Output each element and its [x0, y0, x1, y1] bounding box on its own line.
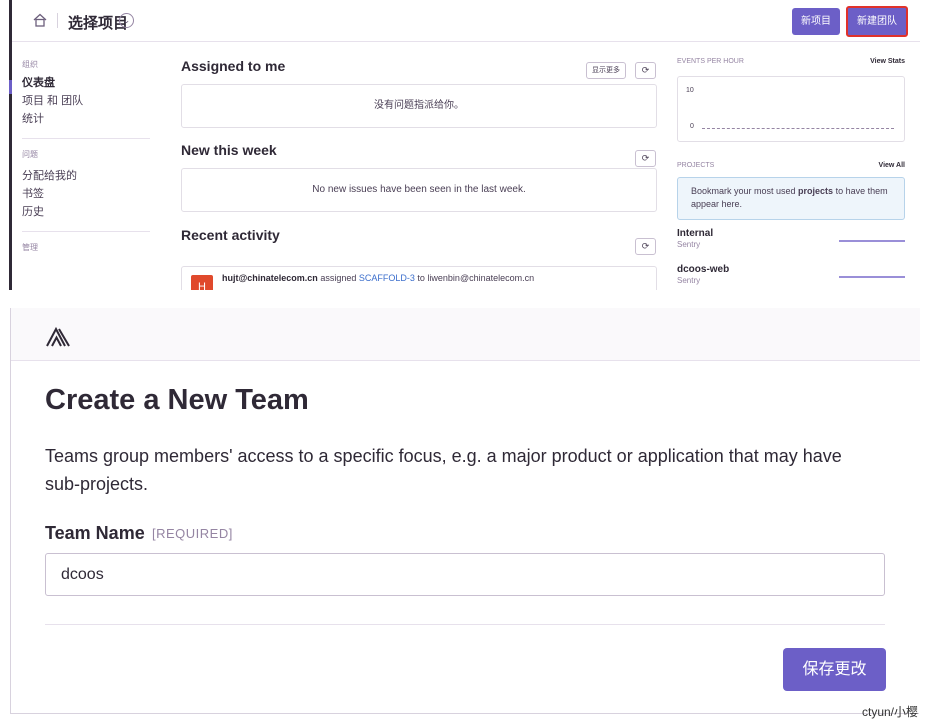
activity-to: to [417, 273, 425, 283]
view-all-link[interactable]: View All [879, 162, 905, 169]
form-divider [45, 624, 885, 625]
header-separator [57, 13, 58, 28]
avatar: H [191, 275, 213, 290]
left-nav-edge [9, 0, 12, 290]
team-name-label: Team Name [45, 523, 145, 543]
refresh-icon[interactable]: ⟳ [635, 62, 656, 79]
events-min-label: 0 [690, 123, 694, 130]
main-content: Assigned to me 显示更多 ⟳ 没有问题指派给你。 New this… [181, 58, 657, 290]
new-team-button[interactable]: 新建团队 [846, 6, 908, 37]
projects-heading: PROJECTS [677, 162, 715, 169]
bookmark-hint-bold: projects [798, 186, 834, 196]
activity-issue-link[interactable]: SCAFFOLD-3 [359, 273, 415, 283]
recent-activity-title: Recent activity [181, 227, 280, 243]
assigned-empty-panel: 没有问题指派给你。 [181, 84, 657, 128]
sidebar-divider [22, 138, 150, 139]
activity-assignee: liwenbin@chinatelecom.cn [427, 273, 535, 283]
events-max-label: 10 [686, 87, 694, 94]
save-button[interactable]: 保存更改 [783, 648, 886, 691]
project-name[interactable]: Internal [677, 228, 905, 239]
sidebar-item-history[interactable]: 历史 [22, 205, 162, 219]
view-stats-link[interactable]: View Stats [870, 58, 905, 65]
page-title: Create a New Team [45, 384, 309, 416]
events-chart: 10 0 [677, 76, 905, 142]
project-item[interactable]: dcoos-web Sentry [677, 264, 905, 290]
sidebar-item-bookmarks[interactable]: 书签 [22, 187, 162, 201]
dashboard-panel: 选择项目 ⌄ 新项目 新建团队 组织 仪表盘 项目 和 团队 统计 问题 分配给… [0, 0, 920, 290]
refresh-icon[interactable]: ⟳ [635, 238, 656, 255]
show-more-button[interactable]: 显示更多 [586, 62, 626, 79]
sidebar-item-dashboard[interactable]: 仪表盘 [22, 76, 162, 90]
events-baseline [702, 128, 894, 129]
project-sparkline [839, 276, 905, 278]
home-icon[interactable] [32, 12, 48, 28]
bookmark-hint-text: Bookmark your most used [691, 186, 799, 196]
sidebar-heading-issues: 问题 [22, 150, 38, 159]
sidebar-heading-manage: 管理 [22, 243, 38, 252]
new-week-empty-panel: No new issues have been seen in the last… [181, 168, 657, 212]
new-this-week-title: New this week [181, 142, 277, 158]
create-team-header [11, 308, 920, 361]
page-description: Teams group members' access to a specifi… [45, 446, 842, 494]
project-sparkline [839, 240, 905, 242]
project-name[interactable]: dcoos-web [677, 264, 905, 275]
activity-text: hujt@chinatelecom.cn assigned SCAFFOLD-3… [222, 273, 534, 283]
dashboard-header: 选择项目 ⌄ 新项目 新建团队 [12, 0, 920, 42]
sidebar-item-stats[interactable]: 统计 [22, 112, 162, 126]
refresh-icon[interactable]: ⟳ [635, 150, 656, 167]
sidebar: 组织 仪表盘 项目 和 团队 统计 问题 分配给我的 书签 历史 管理 [22, 55, 162, 253]
right-column: EVENTS PER HOUR View Stats 10 0 PROJECTS… [677, 58, 905, 285]
sidebar-active-indicator [9, 80, 12, 94]
activity-verb: assigned [320, 273, 357, 283]
activity-user[interactable]: hujt@chinatelecom.cn [222, 273, 318, 283]
sentry-logo-icon[interactable] [45, 325, 71, 349]
team-name-input[interactable]: dcoos [45, 553, 885, 596]
watermark: ctyun/小樱 [862, 705, 919, 719]
chevron-down-icon[interactable]: ⌄ [119, 13, 134, 28]
sidebar-item-projects-teams[interactable]: 项目 和 团队 [22, 94, 162, 108]
sidebar-heading-org: 组织 [22, 60, 38, 69]
create-team-panel: Create a New Team Teams group members' a… [10, 308, 920, 714]
new-project-button[interactable]: 新项目 [792, 8, 840, 35]
project-item[interactable]: Internal Sentry [677, 228, 905, 256]
activity-row: H hujt@chinatelecom.cn assigned SCAFFOLD… [181, 266, 657, 290]
required-badge: [REQUIRED] [152, 526, 233, 541]
bookmark-hint: Bookmark your most used projects to have… [677, 177, 905, 220]
sidebar-divider [22, 231, 150, 232]
sidebar-item-assigned[interactable]: 分配给我的 [22, 169, 162, 183]
